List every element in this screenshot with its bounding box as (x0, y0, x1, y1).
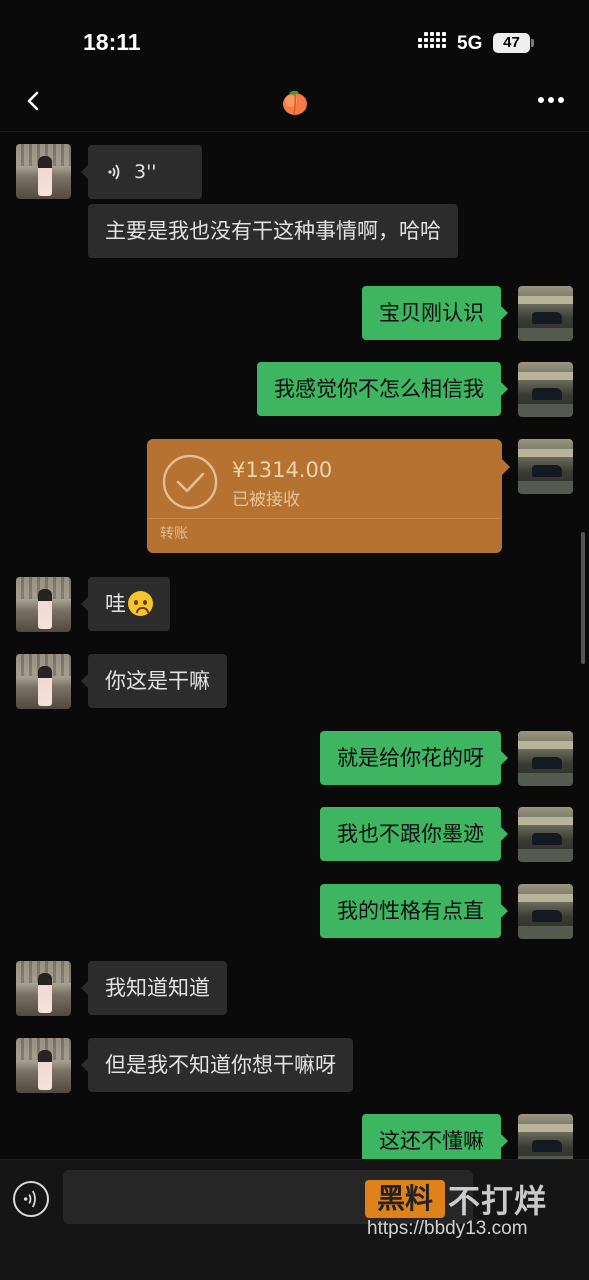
voice-message[interactable]: 3'' (81, 145, 202, 199)
contact-avatar[interactable] (16, 1038, 71, 1093)
contact-avatar[interactable] (16, 577, 71, 632)
my-avatar[interactable] (518, 439, 573, 494)
my-avatar[interactable] (518, 807, 573, 862)
chat-header (0, 80, 589, 132)
status-time: 18:11 (83, 29, 141, 55)
incoming-message[interactable]: 但是我不知道你想干嘛呀 (81, 1038, 353, 1092)
more-options-icon[interactable] (536, 94, 566, 106)
worried-face-emoji-icon (128, 591, 153, 616)
my-avatar[interactable] (518, 286, 573, 341)
battery-icon: 47 (493, 33, 530, 53)
transfer-accepted-check-icon (162, 454, 218, 510)
scrollbar[interactable] (581, 532, 585, 664)
transfer-card[interactable]: ¥1314.00 已被接收 转账 (147, 439, 510, 553)
watermark-badge: 黑料 (365, 1180, 445, 1218)
incoming-message[interactable]: 你这是干嘛 (81, 654, 227, 708)
network-type: 5G (457, 33, 483, 54)
watermark-text: 不打烊 (448, 1182, 548, 1220)
voice-wave-icon (108, 164, 120, 180)
outgoing-message[interactable]: 我的性格有点直 (320, 884, 508, 938)
message-text: 哇 (105, 592, 126, 616)
voice-input-toggle-icon[interactable] (13, 1181, 49, 1217)
transfer-amount: ¥1314.00 (232, 458, 333, 482)
outgoing-message[interactable]: 就是给你花的呀 (320, 731, 508, 785)
my-avatar[interactable] (518, 884, 573, 939)
peach-emoji-icon (283, 90, 307, 115)
voice-duration: 3'' (134, 161, 157, 183)
contact-avatar[interactable] (16, 654, 71, 709)
contact-avatar[interactable] (16, 144, 71, 199)
signal-icon (418, 32, 448, 52)
status-bar: 18:11 5G 47 (0, 0, 589, 80)
transfer-divider (147, 518, 502, 519)
incoming-message[interactable]: 哇 (81, 577, 170, 631)
my-avatar[interactable] (518, 731, 573, 786)
incoming-message[interactable]: 主要是我也没有干这种事情啊，哈哈 (88, 204, 458, 258)
my-avatar[interactable] (518, 362, 573, 417)
contact-avatar[interactable] (16, 961, 71, 1016)
outgoing-message[interactable]: 我也不跟你墨迹 (320, 807, 508, 861)
transfer-status: 已被接收 (232, 490, 300, 510)
transfer-label: 转账 (160, 526, 188, 542)
incoming-message[interactable]: 我知道知道 (81, 961, 227, 1015)
outgoing-message[interactable]: 我感觉你不怎么相信我 (257, 362, 508, 416)
outgoing-message[interactable]: 宝贝刚认识 (362, 286, 508, 340)
back-icon[interactable] (20, 86, 50, 116)
battery-tip (531, 39, 534, 47)
watermark-url: https://bbdy13.com (367, 1218, 528, 1239)
